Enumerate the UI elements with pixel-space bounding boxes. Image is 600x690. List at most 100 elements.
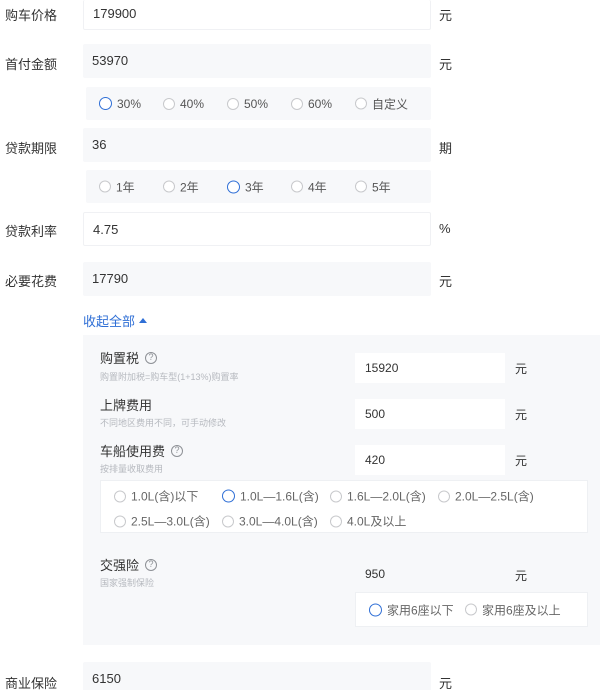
interest-rate-label: 贷款利率 xyxy=(5,224,58,239)
plate-fee-input[interactable]: 500 xyxy=(355,399,505,429)
option-label: 2.5L—3.0L(含) xyxy=(131,514,210,529)
help-icon[interactable]: ? xyxy=(171,444,184,457)
radio-icon xyxy=(99,180,111,193)
plate-fee-label: 上牌费用 xyxy=(100,395,152,414)
loan-term-unit: 期 xyxy=(439,141,453,156)
plate-fee-subtitle: 不同地区费用不同，可手动修改 xyxy=(100,418,227,428)
displacement-option-3[interactable]: 1.6L—2.0L(含) xyxy=(330,488,426,505)
option-label: 1.0L—1.6L(含) xyxy=(240,489,319,504)
option-label: 家用6座及以上 xyxy=(482,603,561,617)
loan-term-option-2y[interactable]: 2年 xyxy=(163,178,199,195)
collapse-all-button[interactable]: 收起全部 xyxy=(83,311,148,330)
option-label: 2.0L—2.5L(含) xyxy=(455,489,534,504)
loan-term-option-1y[interactable]: 1年 xyxy=(99,178,135,195)
compulsory-insurance-unit: 元 xyxy=(515,569,528,583)
seat-option-under-6[interactable]: 家用6座以下 xyxy=(369,601,454,618)
option-label: 自定义 xyxy=(372,97,409,111)
price-label: 购车价格 xyxy=(5,8,58,23)
displacement-option-group: 1.0L(含)以下 1.0L—1.6L(含) 1.6L—2.0L(含) 2.0L… xyxy=(100,480,588,533)
displacement-option-1[interactable]: 1.0L(含)以下 xyxy=(114,488,198,505)
option-label: 40% xyxy=(180,96,205,111)
down-payment-option-40[interactable]: 40% xyxy=(163,97,204,111)
option-label: 3年 xyxy=(245,180,264,194)
vehicle-tax-title: 车船使用费 xyxy=(100,444,166,459)
option-label: 4年 xyxy=(308,180,327,194)
required-fees-input[interactable]: 17790 xyxy=(83,262,431,296)
radio-icon xyxy=(222,515,234,527)
loan-term-input[interactable]: 36 xyxy=(83,128,431,162)
seat-option-group: 家用6座以下 家用6座及以上 xyxy=(355,592,588,627)
option-label: 家用6座以下 xyxy=(387,603,454,617)
help-icon[interactable]: ? xyxy=(145,351,158,364)
down-payment-option-custom[interactable]: 自定义 xyxy=(355,95,408,112)
collapse-all-label: 收起全部 xyxy=(83,314,136,329)
displacement-option-6[interactable]: 3.0L—4.0L(含) xyxy=(222,513,318,530)
radio-icon xyxy=(163,180,175,193)
fee-detail-panel: 购置税 ? 购置附加税=购车型(1+13%)购置率 15920 元 上牌费用 不… xyxy=(83,335,600,645)
down-payment-unit: 元 xyxy=(439,57,453,72)
radio-icon xyxy=(438,490,450,502)
radio-icon xyxy=(163,97,175,110)
loan-term-option-4y[interactable]: 4年 xyxy=(291,178,327,195)
option-label: 1年 xyxy=(116,180,135,194)
radio-icon xyxy=(114,490,126,502)
radio-selected-icon xyxy=(227,180,240,193)
vehicle-tax-subtitle: 按排量收取费用 xyxy=(100,464,164,474)
purchase-tax-subtitle: 购置附加税=购车型(1+13%)购置率 xyxy=(100,372,239,382)
vehicle-tax-unit: 元 xyxy=(515,454,528,468)
vehicle-tax-input[interactable]: 420 xyxy=(355,445,505,475)
purchase-tax-title: 购置税 xyxy=(100,351,140,366)
displacement-option-7[interactable]: 4.0L及以上 xyxy=(330,513,406,530)
plate-fee-title: 上牌费用 xyxy=(100,398,153,413)
down-payment-option-30[interactable]: 30% xyxy=(99,97,141,111)
vehicle-tax-label: 车船使用费 ? xyxy=(100,441,184,460)
down-payment-option-50[interactable]: 50% xyxy=(227,97,268,111)
radio-icon xyxy=(355,180,367,193)
compulsory-insurance-input[interactable]: 950 xyxy=(355,559,505,589)
caret-up-icon xyxy=(139,318,148,323)
option-label: 1.0L(含)以下 xyxy=(131,489,199,504)
radio-icon xyxy=(330,515,342,527)
commercial-insurance-input[interactable]: 6150 xyxy=(83,662,431,690)
purchase-tax-input[interactable]: 15920 xyxy=(355,353,505,383)
purchase-tax-unit: 元 xyxy=(515,362,528,376)
radio-selected-icon xyxy=(369,603,382,616)
required-fees-label: 必要花费 xyxy=(5,274,58,289)
down-payment-input[interactable]: 53970 xyxy=(83,44,431,78)
option-label: 30% xyxy=(117,96,142,111)
loan-term-group: 1年 2年 3年 4年 5年 xyxy=(86,170,431,203)
radio-icon xyxy=(330,490,342,502)
radio-icon xyxy=(291,97,303,110)
radio-icon xyxy=(465,603,477,616)
loan-term-label: 贷款期限 xyxy=(5,141,58,156)
option-label: 3.0L—4.0L(含) xyxy=(239,514,318,529)
option-label: 4.0L及以上 xyxy=(347,514,407,529)
down-payment-ratio-group: 30% 40% 50% 60% 自定义 xyxy=(86,87,431,120)
radio-icon xyxy=(291,180,303,193)
plate-fee-unit: 元 xyxy=(515,408,528,422)
option-label: 5年 xyxy=(372,180,391,194)
compulsory-insurance-label: 交强险 ? xyxy=(100,555,158,574)
displacement-option-5[interactable]: 2.5L—3.0L(含) xyxy=(114,513,210,530)
option-label: 50% xyxy=(244,96,269,111)
radio-icon xyxy=(114,515,126,527)
radio-icon xyxy=(227,97,239,110)
radio-selected-icon xyxy=(222,489,235,503)
required-fees-unit: 元 xyxy=(439,274,453,289)
interest-rate-unit: % xyxy=(439,221,451,236)
purchase-tax-label: 购置税 ? xyxy=(100,348,158,367)
displacement-option-4[interactable]: 2.0L—2.5L(含) xyxy=(438,488,534,505)
help-icon[interactable]: ? xyxy=(145,558,158,571)
seat-option-6-plus[interactable]: 家用6座及以上 xyxy=(465,601,561,618)
option-label: 60% xyxy=(308,96,333,111)
loan-term-option-3y[interactable]: 3年 xyxy=(227,178,264,195)
displacement-option-2[interactable]: 1.0L—1.6L(含) xyxy=(222,488,319,505)
commercial-insurance-unit: 元 xyxy=(439,676,453,690)
compulsory-insurance-title: 交强险 xyxy=(100,558,140,573)
price-input[interactable]: 179900 xyxy=(83,0,431,30)
option-label: 1.6L—2.0L(含) xyxy=(347,489,426,504)
down-payment-option-60[interactable]: 60% xyxy=(291,97,332,111)
down-payment-label: 首付金额 xyxy=(5,57,58,72)
interest-rate-input[interactable]: 4.75 xyxy=(83,212,431,246)
loan-term-option-5y[interactable]: 5年 xyxy=(355,178,391,195)
